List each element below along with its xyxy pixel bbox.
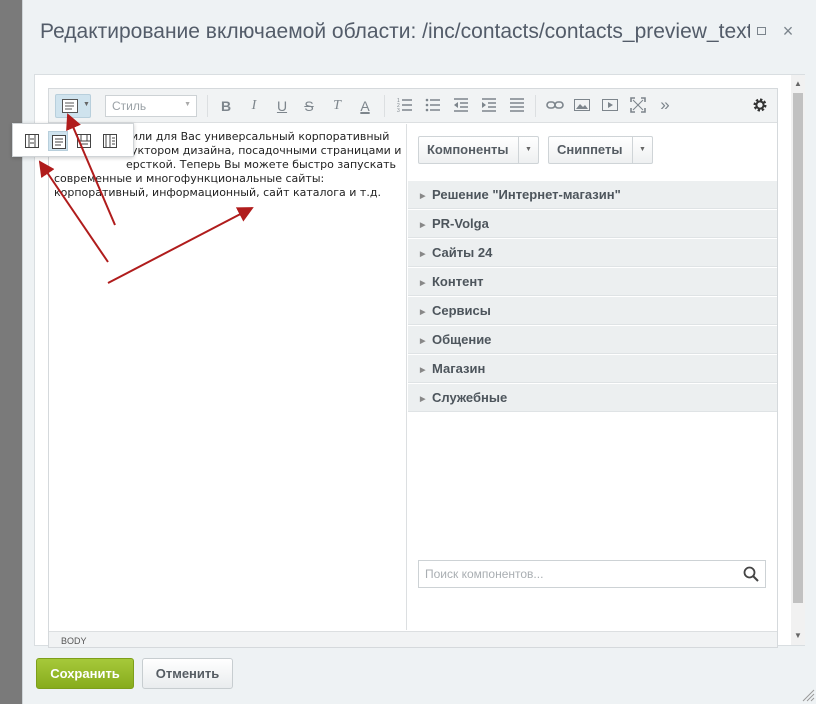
components-panel: Компоненты ▼ Сниппеты ▼ ▶ Решение "Интерн… xyxy=(408,124,777,630)
italic-icon[interactable]: I xyxy=(247,97,261,115)
tree-item[interactable]: ▶ Магазин xyxy=(408,354,777,383)
scrollbar[interactable]: ▲ ▼ xyxy=(791,75,805,645)
components-button[interactable]: Компоненты ▼ xyxy=(418,136,539,164)
chevron-right-icon: ▶ xyxy=(420,309,426,316)
tree-item-label: Сервисы xyxy=(432,303,491,318)
image-icon[interactable] xyxy=(574,97,590,115)
dialog-content: ▼ Стиль ▼ B I U S T A 123 » или для Вас … xyxy=(12,74,805,648)
component-search-input[interactable] xyxy=(419,561,737,587)
view-mode-popup xyxy=(12,123,134,157)
tree-item-label: Сайты 24 xyxy=(432,245,493,260)
split-vertical-icon xyxy=(103,134,117,148)
settings-icon[interactable] xyxy=(752,97,768,115)
tree-item-label: Контент xyxy=(432,274,484,289)
chevron-right-icon: ▶ xyxy=(420,251,426,258)
tree-item-label: Магазин xyxy=(432,361,486,376)
ordered-list-icon[interactable]: 123 xyxy=(397,97,413,115)
code-view-option[interactable] xyxy=(22,131,42,151)
tree-item[interactable]: ▶ PR-Volga xyxy=(408,209,777,238)
scroll-down-icon[interactable]: ▼ xyxy=(793,631,803,641)
underline-icon[interactable]: U xyxy=(275,97,289,115)
style-select-value: Стиль xyxy=(112,99,147,113)
scrollbar-thumb[interactable] xyxy=(793,93,803,603)
editor-toolbar: ▼ Стиль ▼ B I U S T A 123 » xyxy=(49,89,777,123)
maximize-icon[interactable] xyxy=(755,24,769,38)
chevron-down-icon[interactable]: ▼ xyxy=(518,137,538,163)
code-view-icon xyxy=(25,134,39,148)
editor-status-bar: BODY xyxy=(49,631,777,647)
strikethrough-icon[interactable]: S xyxy=(302,97,316,115)
video-icon[interactable] xyxy=(602,97,618,115)
cancel-button[interactable]: Отменить xyxy=(142,658,233,689)
tree-item-label: Служебные xyxy=(432,390,508,405)
chevron-down-icon: ▼ xyxy=(184,101,191,108)
view-mode-icon xyxy=(62,99,78,113)
snippets-button-label: Сниппеты xyxy=(557,142,623,157)
tree-item-label: Решение "Интернет-магазин" xyxy=(432,187,621,202)
svg-text:3: 3 xyxy=(397,108,400,113)
bold-icon[interactable]: B xyxy=(219,97,233,115)
chevron-right-icon: ▶ xyxy=(420,396,426,403)
split-horizontal-option[interactable] xyxy=(74,131,94,151)
tree-item[interactable]: ▶ Контент xyxy=(408,267,777,296)
editor-text-line: корпоративный, информационный, сайт ката… xyxy=(54,186,381,199)
style-select[interactable]: Стиль ▼ xyxy=(105,95,197,117)
chevron-down-icon[interactable]: ▼ xyxy=(632,137,652,163)
chevron-right-icon: ▶ xyxy=(420,367,426,374)
dialog-header: Редактирование включаемой области: /inc/… xyxy=(23,0,816,62)
split-vertical-option[interactable] xyxy=(100,131,120,151)
unordered-list-icon[interactable] xyxy=(425,97,441,115)
editor-text-line: современные и многофункциональные сайты: xyxy=(54,172,325,185)
toolbar-divider xyxy=(207,95,208,117)
dialog-title: Редактирование включаемой области: /inc/… xyxy=(40,20,750,43)
indent-icon[interactable] xyxy=(481,97,497,115)
chevron-right-icon: ▶ xyxy=(420,193,426,200)
clear-format-icon[interactable]: T xyxy=(330,97,344,115)
resize-handle-icon[interactable] xyxy=(801,688,815,702)
justify-icon[interactable] xyxy=(509,97,525,115)
component-search xyxy=(418,560,766,588)
editor-text-area[interactable]: или для Вас универсальный корпоративный … xyxy=(49,124,407,630)
chevron-down-icon: ▼ xyxy=(83,101,90,108)
visual-view-icon xyxy=(52,135,66,149)
more-icon[interactable]: » xyxy=(658,96,672,115)
components-tree: ▶ Решение "Интернет-магазин" ▶ PR-Volga ▶ С… xyxy=(408,180,777,412)
chevron-right-icon: ▶ xyxy=(420,222,426,229)
visual-view-option[interactable] xyxy=(48,131,68,151)
outdent-icon[interactable] xyxy=(453,97,469,115)
chevron-right-icon: ▶ xyxy=(420,338,426,345)
close-icon[interactable]: × xyxy=(781,22,795,40)
tree-item[interactable]: ▶ Общение xyxy=(408,325,777,354)
toolbar-divider xyxy=(384,95,385,117)
components-button-label: Компоненты xyxy=(427,142,509,157)
include-area-editor-dialog: Редактирование включаемой области: /inc/… xyxy=(12,0,816,704)
tree-item[interactable]: ▶ Служебные xyxy=(408,383,777,412)
save-button[interactable]: Сохранить xyxy=(36,658,134,689)
snippets-button[interactable]: Сниппеты ▼ xyxy=(548,136,653,164)
fullscreen-icon[interactable] xyxy=(630,97,646,115)
tree-item-label: PR-Volga xyxy=(432,216,489,231)
chevron-right-icon: ▶ xyxy=(420,280,426,287)
search-icon[interactable] xyxy=(743,566,759,582)
tree-item[interactable]: ▶ Решение "Интернет-магазин" xyxy=(408,180,777,209)
editor-text-line: ерсткой. Теперь Вы можете быстро запуска… xyxy=(126,158,396,171)
components-tabs: Компоненты ▼ Сниппеты ▼ xyxy=(408,124,777,180)
view-mode-button[interactable]: ▼ xyxy=(55,94,91,118)
tree-item-label: Общение xyxy=(432,332,492,347)
scroll-up-icon[interactable]: ▲ xyxy=(793,79,803,89)
link-icon[interactable] xyxy=(546,97,564,115)
tree-item[interactable]: ▶ Сайты 24 xyxy=(408,238,777,267)
toolbar-divider xyxy=(535,95,536,117)
text-color-icon[interactable]: A xyxy=(358,97,372,115)
split-horizontal-icon xyxy=(77,134,91,148)
tree-item[interactable]: ▶ Сервисы xyxy=(408,296,777,325)
html-editor: ▼ Стиль ▼ B I U S T A 123 » или для Вас … xyxy=(12,88,778,648)
